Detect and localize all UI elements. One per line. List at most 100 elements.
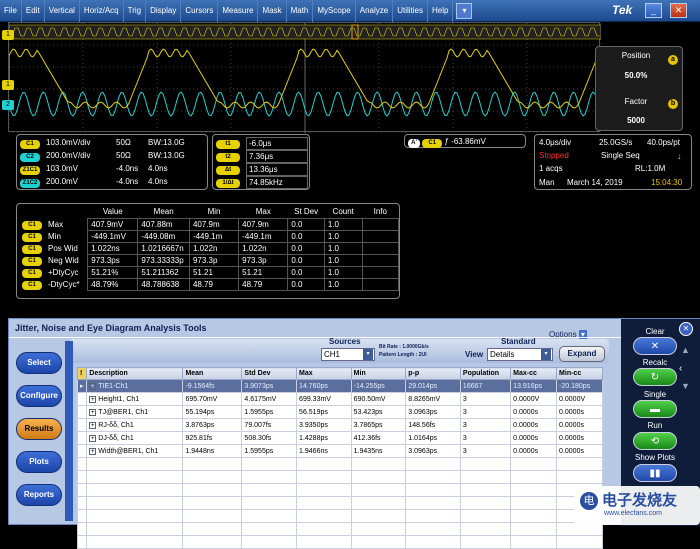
run-button[interactable]: ⟲	[633, 432, 677, 450]
table-row[interactable]: + Width@BER1, Ch1 1.9448ns 1.5955ps 1.9466ns…	[76, 444, 603, 458]
menu-cursors[interactable]: Cursors	[181, 0, 219, 22]
sources-label: Sources	[329, 337, 361, 346]
channel-readout[interactable]: C1 103.0mV/div 50Ω BW:13.0G C2 200.0mV/di…	[16, 134, 208, 190]
table-row[interactable]: + TJ@BER1, Ch1 55.194ps 1.5955ps 56.519ps 53.…	[76, 405, 603, 419]
time: 15:04:30	[651, 178, 683, 187]
expand-row-icon[interactable]: +	[89, 382, 97, 390]
expand-button[interactable]: Expand	[559, 346, 605, 362]
channel-row[interactable]: Z1C1 103.0mV -4.0ns 4.0ns	[20, 163, 168, 175]
results-header[interactable]: Min	[350, 367, 407, 380]
results-header[interactable]: Mean	[182, 367, 243, 380]
close-button[interactable]: ✕	[670, 3, 687, 18]
results-header[interactable]: Std Dev	[241, 367, 298, 380]
menu-myscope[interactable]: MyScope	[313, 0, 356, 22]
stats-cell: 1.0216667n	[137, 241, 190, 255]
waveform-display[interactable]	[8, 22, 602, 134]
watermark-brand: 电子发烧友	[602, 492, 678, 509]
results-cell: + Height1, Ch1	[86, 392, 184, 406]
menu-help[interactable]: Help	[428, 0, 454, 22]
menu-math[interactable]: Math	[287, 0, 314, 22]
expand-row-icon[interactable]: +	[89, 421, 97, 429]
results-table[interactable]: ! Description Mean Std Dev Max Min p-p Populati…	[76, 367, 603, 549]
results-header[interactable]: p-p	[405, 367, 461, 380]
results-header[interactable]: Max-cc	[510, 367, 558, 380]
menu-analyze[interactable]: Analyze	[356, 0, 394, 22]
cursor-row[interactable]: 1/Δt 74.85kHz	[216, 176, 308, 189]
table-row[interactable]: + RJ-δδ, Ch1 3.8763ps 79.007fs 3.9350ps 3.786…	[76, 418, 603, 432]
timebase: 4.0μs/div	[539, 138, 572, 147]
clear-button[interactable]: ✕	[633, 337, 677, 355]
position-value[interactable]: 50.0%	[596, 71, 676, 80]
row-selector-icon[interactable]	[76, 431, 88, 445]
date: March 14, 2019	[567, 178, 623, 187]
menu-file[interactable]: File	[0, 0, 22, 22]
trigger-readout[interactable]: A' C1 ƒ -63.86mV	[404, 134, 526, 148]
results-header[interactable]: Max	[296, 367, 352, 380]
show-plots-button[interactable]: ▮▮	[633, 464, 677, 482]
row-selector-icon[interactable]	[76, 444, 88, 458]
menu-vertical[interactable]: Vertical	[45, 0, 80, 22]
row-selector-icon[interactable]	[76, 405, 88, 419]
menu-horizacq[interactable]: Horiz/Acq	[80, 0, 124, 22]
table-row[interactable]: + DJ-δδ, Ch1 925.81fs 508.30fs 1.4288ps 412.3…	[76, 431, 603, 445]
results-header[interactable]: Description	[86, 367, 184, 380]
scroll-down-icon[interactable]: ▼	[681, 381, 690, 391]
view-select[interactable]: Details ▾	[487, 348, 553, 361]
expand-row-icon[interactable]: +	[89, 447, 97, 455]
stats-cell: 48.788638	[137, 277, 190, 291]
plots-button[interactable]: Plots	[16, 451, 62, 473]
measurement-stats[interactable]: Value Mean Min Max St Dev Count Info C1 Max 407.9…	[16, 203, 400, 299]
channel-field: 4.0ns	[148, 164, 168, 173]
channel-row[interactable]: C1 103.0mV/div 50Ω BW:13.0G	[20, 137, 185, 149]
source-select[interactable]: CH1 ▾	[321, 348, 375, 361]
table-row[interactable]: ▸ + TIE1-Ch1 -9.1564fs 3.9073ps 14.760ps -14.2…	[76, 379, 603, 393]
factor-value[interactable]: 5000	[596, 116, 676, 125]
cursor-row[interactable]: Δt 13.36μs	[216, 163, 308, 176]
channel-row[interactable]: C2 200.0mV/div 50Ω BW:13.0G	[20, 150, 185, 162]
menu-measure[interactable]: Measure	[218, 0, 259, 22]
table-row[interactable]: + Height1, Ch1 695.70mV 4.6175mV 699.33mV 690…	[76, 392, 603, 406]
row-selector-icon[interactable]	[76, 392, 88, 406]
stats-cell: 1.0	[323, 265, 363, 279]
menu-display[interactable]: Display	[146, 0, 182, 22]
results-header[interactable]: Population	[459, 367, 512, 380]
stats-channel-tag: C1	[22, 268, 42, 278]
select-button[interactable]: Select	[16, 352, 62, 374]
cursor-row[interactable]: t1 -6.0μs	[216, 137, 308, 150]
row-selector-icon[interactable]	[76, 418, 88, 432]
scroll-up-icon[interactable]: ▲	[681, 345, 690, 355]
recalc-button[interactable]: ↻	[633, 368, 677, 386]
minimize-button[interactable]: _	[645, 3, 662, 18]
close-panel-icon[interactable]: ✕	[679, 322, 693, 336]
resolution: 40.0ps/pt	[647, 138, 680, 147]
clear-label: Clear	[645, 327, 665, 336]
menu-mask[interactable]: Mask	[258, 0, 287, 22]
row-selector-icon[interactable]: ▸	[76, 379, 88, 393]
dropdown-arrow-icon: ▾	[363, 349, 373, 360]
channel-scale: 200.0mV/div	[46, 151, 91, 160]
stats-cell: 407.9m	[238, 217, 289, 231]
collapse-icon[interactable]: ‹	[679, 363, 682, 374]
results-cell: + Width@BER1, Ch1	[86, 444, 184, 458]
single-button[interactable]: ▬	[633, 400, 677, 418]
reports-button[interactable]: Reports	[16, 484, 62, 506]
stats-name: -DtyCyc*	[48, 279, 80, 289]
expand-row-icon[interactable]: +	[89, 395, 97, 403]
menu-utilities[interactable]: Utilities	[393, 0, 428, 22]
results-button[interactable]: Results	[16, 418, 62, 440]
cursor-readout[interactable]: t1 -6.0μs t2 7.36μs Δt 13.36μs 1/Δt 74.85kH…	[212, 134, 310, 190]
acquisition-readout[interactable]: 4.0μs/div 25.0GS/s 40.0ps/pt Stopped Sin…	[534, 134, 692, 190]
stats-cell: 1.022ns	[87, 241, 139, 255]
results-cell: 1.9448ns	[182, 444, 243, 458]
cursor-row[interactable]: t2 7.36μs	[216, 150, 308, 163]
configure-button[interactable]: Configure	[16, 385, 62, 407]
position-panel[interactable]: Position a 50.0% Factor b 5000	[595, 46, 683, 131]
menu-edit[interactable]: Edit	[22, 0, 45, 22]
menu-trig[interactable]: Trig	[124, 0, 147, 22]
menu-dropdown-icon[interactable]: ▾	[456, 2, 473, 19]
channel-row[interactable]: Z1C2 200.0mV -4.0ns 4.0ns	[20, 176, 168, 188]
expand-row-icon[interactable]: +	[89, 434, 97, 442]
expand-row-icon[interactable]: +	[89, 408, 97, 416]
run-label: Run	[647, 421, 663, 430]
results-header[interactable]: Min-cc	[556, 367, 603, 380]
